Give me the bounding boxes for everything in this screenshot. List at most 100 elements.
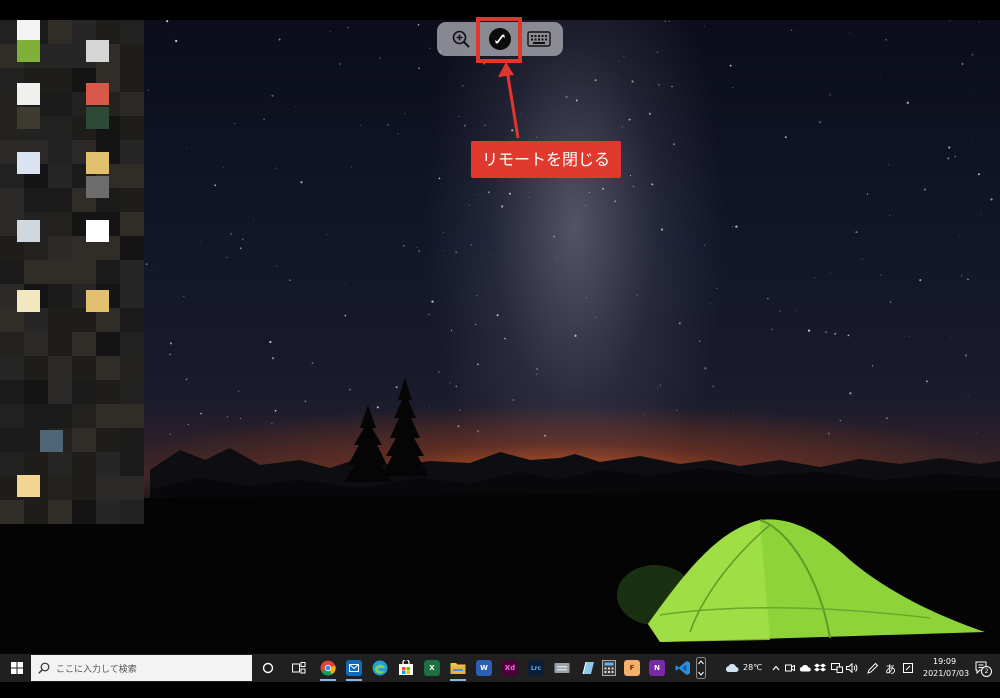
- chrome-icon: [320, 660, 336, 676]
- blurred-pixel: [72, 332, 96, 356]
- blurred-pixel: [24, 260, 48, 284]
- notification-center-button[interactable]: 2: [972, 658, 992, 678]
- blurred-pixel: [24, 500, 48, 524]
- blurred-pixel: [120, 284, 144, 308]
- keyboard-button[interactable]: [519, 22, 559, 56]
- taskbar-app-store[interactable]: [396, 658, 416, 678]
- blurred-pixel: [120, 332, 144, 356]
- blurred-pixel: [48, 44, 72, 68]
- tray-meet-now[interactable]: [783, 658, 797, 678]
- clock-time[interactable]: 19:09: [933, 657, 956, 666]
- blurred-pixel: [0, 452, 24, 476]
- desktop-shortcut-icon[interactable]: [17, 475, 40, 497]
- taskbar-app-notes[interactable]: [578, 658, 598, 678]
- clock-date[interactable]: 2021/07/03: [923, 669, 969, 678]
- f-app-icon: F: [624, 660, 640, 676]
- blurred-pixel: [48, 92, 72, 116]
- start-button[interactable]: [5, 656, 29, 680]
- desktop-shortcut-icon[interactable]: [17, 40, 40, 62]
- notification-badge: 2: [981, 666, 992, 677]
- taskbar-app-xd[interactable]: Xd: [500, 658, 520, 678]
- tray-keyboard[interactable]: [901, 658, 915, 678]
- taskbar-app-onenote[interactable]: N: [647, 658, 667, 678]
- search-placeholder: ここに入力して検索: [56, 664, 137, 675]
- desktop-shortcut-icon[interactable]: [86, 107, 109, 129]
- taskbar-app-mail[interactable]: [344, 658, 364, 681]
- blurred-pixel: [48, 500, 72, 524]
- blurred-pixel: [96, 380, 120, 404]
- running-indicator: [450, 679, 466, 681]
- desktop-shortcut-icon[interactable]: [17, 20, 40, 42]
- taskbar-app-file-explorer[interactable]: [448, 658, 468, 681]
- blurred-pixel: [48, 188, 72, 212]
- weather-widget[interactable]: [722, 658, 742, 678]
- weather-temperature: 28℃: [743, 663, 763, 672]
- windows-logo-icon: [11, 662, 23, 674]
- tray-network[interactable]: [830, 658, 844, 678]
- zoom-in-button[interactable]: [441, 22, 481, 56]
- chevron-up-icon: [772, 665, 780, 671]
- desktop-shortcut-icon[interactable]: [17, 152, 40, 174]
- taskbar-app-vscode[interactable]: [673, 658, 693, 678]
- blurred-pixel: [120, 140, 144, 164]
- blurred-pixel: [24, 452, 48, 476]
- ime-indicator[interactable]: あ: [885, 661, 896, 677]
- search-input[interactable]: ここに入力して検索: [31, 655, 252, 681]
- blurred-pixel: [96, 428, 120, 452]
- taskbar-app-chrome[interactable]: [318, 658, 338, 681]
- blurred-pixel: [48, 164, 72, 188]
- desktop-shortcut-icon[interactable]: [86, 220, 109, 242]
- blurred-pixel: [120, 236, 144, 260]
- taskbar-app-lightroom-classic[interactable]: Lrc: [526, 658, 546, 678]
- desktop-shortcut-icon[interactable]: [86, 83, 109, 105]
- show-hidden-icons-button[interactable]: [769, 658, 783, 678]
- taskbar-app-excel[interactable]: X: [422, 658, 442, 678]
- blurred-pixel: [48, 380, 72, 404]
- task-view-button[interactable]: [289, 658, 309, 678]
- desktop-shortcut-icon[interactable]: [86, 40, 109, 62]
- desktop-shortcut-icon[interactable]: [86, 290, 109, 312]
- tray-onedrive[interactable]: [798, 658, 812, 678]
- callout-arrow: [498, 62, 520, 139]
- blurred-pixel: [96, 500, 120, 524]
- desktop-shortcut-icon[interactable]: [17, 107, 40, 129]
- highlight-box: [476, 17, 522, 63]
- tray-dropbox[interactable]: [813, 658, 827, 678]
- blurred-pixel: [24, 404, 48, 428]
- taskbar-app-edge[interactable]: [370, 658, 390, 678]
- taskbar-app-calculator[interactable]: [599, 658, 619, 678]
- tray-volume[interactable]: [845, 658, 859, 678]
- desktop-shortcut-icon[interactable]: [17, 83, 40, 105]
- blurred-pixel: [72, 452, 96, 476]
- zoom-in-icon: [452, 30, 470, 48]
- blurred-pixel: [72, 476, 96, 500]
- blurred-pixel: [48, 212, 72, 236]
- taskbar-app-keyboard[interactable]: [552, 658, 572, 678]
- taskbar-app-word[interactable]: W: [474, 658, 494, 678]
- desktop-shortcut-icon[interactable]: [17, 290, 40, 312]
- taskbar-app-f[interactable]: F: [622, 658, 642, 678]
- callout-label: リモートを閉じる: [471, 141, 621, 178]
- tray-pen[interactable]: [866, 658, 880, 678]
- input-panel-icon: [903, 663, 913, 673]
- blurred-pixel: [120, 44, 144, 68]
- blurred-pixel: [120, 452, 144, 476]
- taskbar-scroll-arrows[interactable]: [694, 657, 708, 679]
- desktop-shortcut-icon[interactable]: [86, 152, 109, 174]
- desktop-shortcut-icon[interactable]: [40, 430, 63, 452]
- onedrive-icon: [799, 665, 811, 672]
- blurred-pixel: [120, 212, 144, 236]
- blurred-pixel: [120, 188, 144, 212]
- desktop-shortcut-icon[interactable]: [17, 220, 40, 242]
- blurred-pixel: [120, 116, 144, 140]
- word-icon: W: [476, 660, 492, 676]
- mail-icon: [346, 660, 362, 676]
- blurred-pixel: [120, 356, 144, 380]
- desktop-shortcut-icon[interactable]: [86, 176, 109, 198]
- blurred-pixel: [120, 500, 144, 524]
- blurred-pixel: [0, 260, 24, 284]
- blurred-pixel: [72, 428, 96, 452]
- screen-border-bottom: [0, 682, 1000, 698]
- cloud-icon: [725, 663, 739, 672]
- cortana-button[interactable]: [258, 658, 278, 678]
